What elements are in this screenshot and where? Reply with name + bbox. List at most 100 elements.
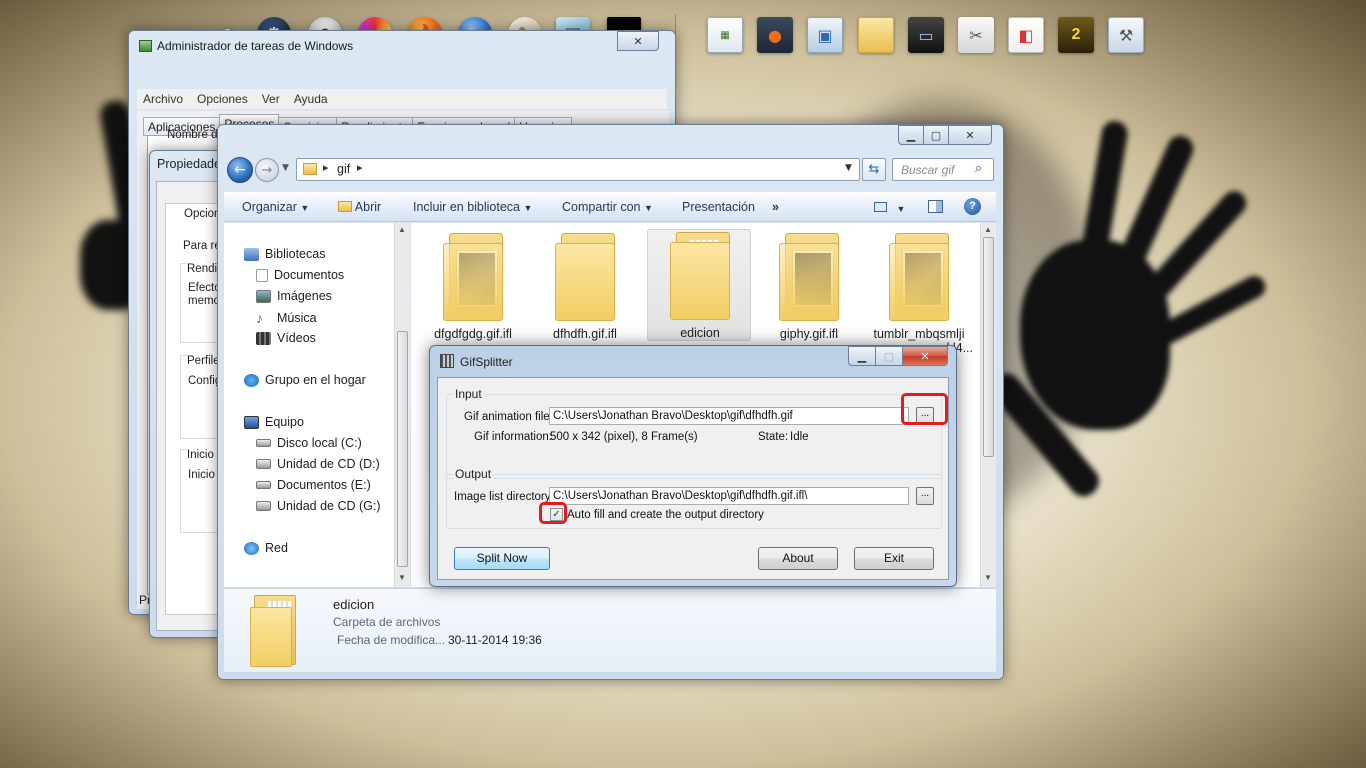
- scroll-down-arrow-icon[interactable]: ▼: [984, 573, 992, 582]
- file-scrollbar[interactable]: ▲ ▼: [980, 223, 996, 587]
- details-modified-label: Fecha de modifica...: [337, 633, 446, 647]
- gifsplitter-minimize-button[interactable]: ▁: [848, 346, 876, 366]
- firefox-window-icon[interactable]: ●: [757, 17, 793, 53]
- share-with-menu[interactable]: Compartir con ▼: [562, 200, 653, 214]
- nav-drive-g[interactable]: Unidad de CD (G:): [256, 499, 381, 513]
- nav-scrollbar-thumb[interactable]: [397, 331, 408, 567]
- nav-imagenes[interactable]: Imágenes: [256, 289, 332, 303]
- scroll-down-arrow-icon[interactable]: ▼: [398, 573, 406, 582]
- scroll-up-arrow-icon[interactable]: ▲: [398, 225, 406, 234]
- nav-libraries[interactable]: Bibliotecas: [244, 247, 325, 261]
- process-column-header[interactable]: Nombre de: [167, 129, 224, 141]
- nav-drive-e[interactable]: Documentos (E:): [256, 478, 371, 492]
- preview-pane-button[interactable]: [928, 200, 943, 216]
- menu-ayuda[interactable]: Ayuda: [294, 92, 328, 106]
- nav-libraries-label: Bibliotecas: [265, 247, 326, 261]
- scissors-icon[interactable]: ✂: [958, 17, 994, 53]
- scroll-up-arrow-icon[interactable]: ▲: [984, 225, 992, 234]
- file-item[interactable]: tumblr_mbqsmlji kl4...: [867, 231, 973, 355]
- nav-videos-label: Vídeos: [277, 331, 316, 345]
- more-commands-button[interactable]: »: [772, 200, 779, 214]
- menu-archivo[interactable]: Archivo: [143, 92, 183, 106]
- gif-file-input[interactable]: C:\Users\Jonathan Bravo\Desktop\gif\dfhd…: [549, 407, 909, 425]
- app-window-icon[interactable]: ▣: [807, 17, 843, 53]
- left4dead2-icon[interactable]: 2: [1058, 17, 1094, 53]
- music-icon: ♪: [256, 310, 263, 326]
- nav-drive-e-label: Documentos (E:): [277, 478, 371, 492]
- history-dropdown-icon[interactable]: ▼: [282, 163, 289, 173]
- autofill-label: Auto fill and create the output director…: [567, 509, 764, 521]
- close-button[interactable]: ✕: [948, 125, 992, 145]
- split-now-button[interactable]: Split Now: [454, 547, 550, 570]
- highlight-browse-button: [901, 393, 948, 425]
- input-legend: Input: [453, 387, 484, 401]
- gifsplitter-maximize-button[interactable]: ▢: [875, 346, 903, 366]
- address-bar[interactable]: ▸ gif ▸ ▼: [296, 158, 860, 181]
- address-dropdown-icon[interactable]: ▼: [845, 163, 852, 173]
- file-name: dfgdfgdg.gif.ifl: [434, 327, 512, 341]
- organize-menu[interactable]: Organizar ▼: [242, 200, 309, 214]
- cd-drive-icon: [256, 501, 271, 511]
- view-options-button[interactable]: ▼: [874, 201, 905, 215]
- file-item[interactable]: dfhdfh.gif.ifl: [533, 231, 637, 343]
- file-item-selected[interactable]: edicion: [647, 229, 751, 341]
- breadcrumb-chevron-icon: ▸: [323, 161, 329, 174]
- menu-ver[interactable]: Ver: [262, 92, 280, 106]
- nav-drive-d-label: Unidad de CD (D:): [277, 457, 380, 471]
- gifsplitter-client: Input Gif animation file: C:\Users\Jonat…: [437, 377, 949, 580]
- properties-line-perfile: Perfile: [187, 355, 220, 367]
- minimize-button[interactable]: ▁: [898, 125, 924, 145]
- output-dir-input[interactable]: C:\Users\Jonathan Bravo\Desktop\gif\dfhd…: [549, 487, 909, 505]
- paint-icon[interactable]: ◧: [1008, 17, 1044, 53]
- address-folder-icon: [303, 163, 317, 175]
- folder-icon[interactable]: [858, 17, 894, 53]
- nav-documentos[interactable]: Documentos: [256, 268, 344, 282]
- browse-output-button[interactable]: ...: [916, 487, 934, 505]
- back-button[interactable]: ←: [227, 157, 253, 183]
- search-icon: ⌕: [975, 161, 983, 176]
- breadcrumb-gif[interactable]: gif: [337, 162, 350, 176]
- nav-drive-d[interactable]: Unidad de CD (D:): [256, 457, 380, 471]
- help-button[interactable]: ?: [964, 198, 981, 215]
- file-name: dfhdfh.gif.ifl: [553, 327, 617, 341]
- exit-button[interactable]: Exit: [854, 547, 934, 570]
- search-input[interactable]: Buscar gif: [901, 163, 954, 177]
- navigation-pane: Bibliotecas Documentos Imágenes ♪ Música …: [224, 223, 410, 587]
- task-manager-app-icon: [139, 40, 152, 52]
- slideshow-button[interactable]: Presentación: [682, 200, 755, 214]
- folder-front-icon: [443, 243, 503, 321]
- open-button[interactable]: Abrir: [338, 200, 381, 214]
- task-manager-title: Administrador de tareas de Windows: [157, 39, 354, 53]
- refresh-button[interactable]: ⇆: [862, 158, 886, 181]
- task-manager-close-button[interactable]: ✕: [617, 31, 659, 51]
- chevron-down-icon: ▼: [300, 203, 310, 213]
- nav-computer-label: Equipo: [265, 415, 304, 429]
- nav-videos[interactable]: Vídeos: [256, 331, 316, 345]
- about-button[interactable]: About: [758, 547, 838, 570]
- maximize-button[interactable]: ▢: [923, 125, 949, 145]
- gifsplitter-close-button[interactable]: ✕: [902, 346, 948, 366]
- file-item[interactable]: giphy.gif.ifl: [757, 231, 861, 343]
- details-name: edicion: [333, 597, 375, 612]
- steam-window-icon[interactable]: ▭: [908, 17, 944, 53]
- gifsplitter-window[interactable]: GifSplitter ▁ ▢ ✕ Input Gif animation fi…: [429, 345, 957, 587]
- nav-musica[interactable]: ♪ Música: [256, 310, 317, 326]
- file-item[interactable]: dfgdfgdg.gif.ifl: [421, 231, 525, 343]
- slideshow-label: Presentación: [682, 200, 755, 214]
- include-in-library-menu[interactable]: Incluir en biblioteca ▼: [413, 200, 532, 214]
- menu-opciones[interactable]: Opciones: [197, 92, 248, 106]
- nav-computer[interactable]: Equipo: [244, 415, 304, 429]
- file-scrollbar-thumb[interactable]: [983, 237, 994, 457]
- window-icon[interactable]: ▦: [707, 17, 743, 53]
- nav-drive-c[interactable]: Disco local (C:): [256, 436, 362, 450]
- forward-button[interactable]: →: [255, 158, 279, 182]
- folder-front-icon: [779, 243, 839, 321]
- settings-icon[interactable]: ⚒: [1108, 17, 1144, 53]
- hard-drive-icon: [256, 439, 271, 447]
- nav-network[interactable]: Red: [244, 541, 288, 555]
- search-box[interactable]: Buscar gif ⌕: [892, 158, 994, 181]
- preview-pane-icon: [928, 200, 943, 213]
- nav-scrollbar[interactable]: ▲ ▼: [394, 223, 410, 587]
- nav-homegroup[interactable]: Grupo en el hogar: [244, 373, 366, 387]
- gif-info-label: Gif information:: [474, 431, 552, 443]
